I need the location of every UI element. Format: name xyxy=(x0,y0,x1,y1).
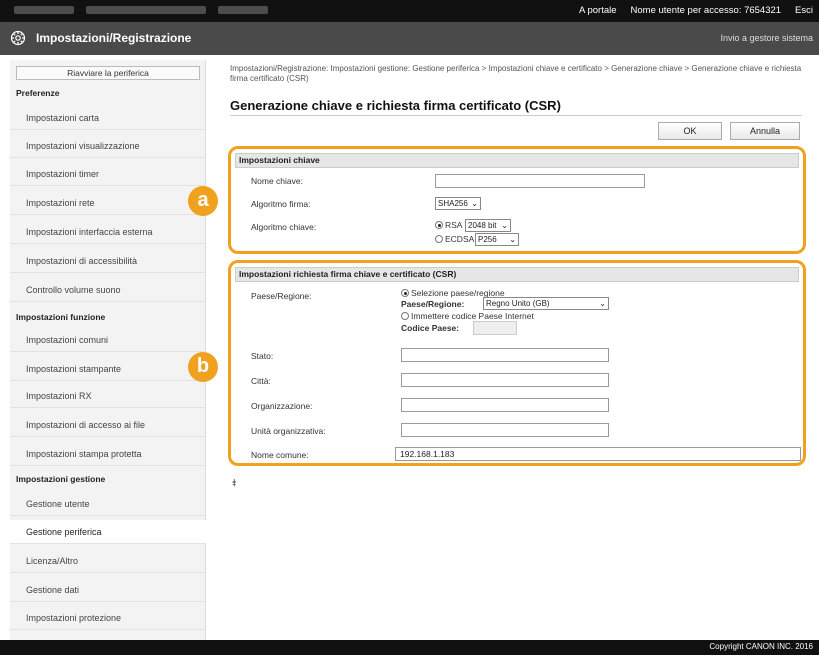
settings-icon xyxy=(10,30,26,46)
key-algorithm-label: Algoritmo chiave: xyxy=(251,222,317,232)
org-unit-label: Unità organizzativa: xyxy=(251,426,326,436)
sidebar-item-user-management[interactable]: Gestione utente xyxy=(10,492,206,516)
country-value: Regno Unito (GB) xyxy=(486,299,550,308)
divider xyxy=(230,115,802,116)
sidebar-item-security[interactable]: Impostazioni protezione xyxy=(10,606,206,630)
ecdsa-curve-value: P256 xyxy=(478,235,497,244)
org-unit-input[interactable] xyxy=(401,423,609,437)
user-label: Nome utente per accesso: xyxy=(630,5,742,16)
chevron-down-icon: ⌄ xyxy=(509,235,516,244)
user-value: 7654321 xyxy=(744,5,782,16)
sidebar-item-external-interface[interactable]: Impostazioni interfaccia esterna xyxy=(10,220,206,244)
main-content: Impostazioni/Registrazione: Impostazioni… xyxy=(218,60,814,640)
key-settings-heading: Impostazioni chiave xyxy=(235,153,799,168)
top-bar: A portale Nome utente per accesso: 76543… xyxy=(0,0,819,22)
enter-country-code-radio[interactable] xyxy=(401,312,409,320)
portal-link[interactable]: A portale xyxy=(579,5,617,16)
sidebar-item-data-management[interactable]: Gestione dati xyxy=(10,578,206,602)
sidebar-item-accessibility[interactable]: Impostazioni di accessibilità xyxy=(10,249,206,273)
country-sub-label: Paese/Regione: xyxy=(401,299,465,309)
sidebar-item-device-management[interactable]: Gestione periferica xyxy=(10,520,206,544)
common-name-label: Nome comune: xyxy=(251,450,309,460)
rsa-label: RSA xyxy=(445,220,463,230)
city-input[interactable] xyxy=(401,373,609,387)
signature-algorithm-label: Algoritmo firma: xyxy=(251,199,311,209)
section-preferences: Preferenze xyxy=(16,88,60,98)
sidebar-item-timer[interactable]: Impostazioni timer xyxy=(10,162,206,186)
app-title: Impostazioni/Registrazione xyxy=(36,31,192,45)
restart-device-button[interactable]: Riavviare la periferica xyxy=(16,66,200,80)
chevron-down-icon: ⌄ xyxy=(501,221,508,230)
section-function: Impostazioni funzione xyxy=(16,312,106,322)
redacted-text xyxy=(14,6,74,14)
sidebar-item-rx[interactable]: Impostazioni RX xyxy=(10,384,206,408)
section-management: Impostazioni gestione xyxy=(16,474,106,484)
sidebar-item-network[interactable]: Impostazioni rete xyxy=(10,191,206,215)
country-select[interactable]: Regno Unito (GB) ⌄ xyxy=(483,297,609,310)
csr-settings-heading: Impostazioni richiesta firma chiave e ce… xyxy=(235,267,799,282)
chevron-down-icon: ⌄ xyxy=(599,299,606,308)
state-input[interactable] xyxy=(401,348,609,362)
redacted-text xyxy=(86,6,206,14)
goto-admin-link[interactable]: Invio a gestore sistema xyxy=(720,33,813,43)
sidebar-item-common[interactable]: Impostazioni comuni xyxy=(10,328,206,352)
select-country-radio[interactable] xyxy=(401,289,409,297)
key-name-label: Nome chiave: xyxy=(251,176,303,186)
country-code-label: Codice Paese: xyxy=(401,323,460,333)
signature-algorithm-select[interactable]: SHA256 ⌄ xyxy=(435,197,481,210)
callout-badge-a: a xyxy=(188,186,218,216)
ecdsa-curve-select[interactable]: P256 ⌄ xyxy=(475,233,519,246)
enter-country-code-label: Immettere codice Paese Internet xyxy=(411,311,534,321)
country-label: Paese/Regione: xyxy=(251,291,312,301)
breadcrumb: Impostazioni/Registrazione: Impostazioni… xyxy=(230,64,802,83)
sidebar-item-printer[interactable]: Impostazioni stampante xyxy=(10,357,206,381)
rsa-radio[interactable] xyxy=(435,221,443,229)
sidebar-item-secure-print[interactable]: Impostazioni stampa protetta xyxy=(10,442,206,466)
chevron-down-icon: ⌄ xyxy=(471,199,478,208)
sidebar-item-paper[interactable]: Impostazioni carta xyxy=(10,106,206,130)
cancel-button[interactable]: Annulla xyxy=(730,122,800,140)
callout-badge-b: b xyxy=(188,352,218,382)
logout-link[interactable]: Esci xyxy=(795,5,813,16)
signature-algorithm-value: SHA256 xyxy=(438,199,468,208)
common-name-input[interactable]: 192.168.1.183 xyxy=(395,447,801,461)
back-to-top-icon[interactable]: ⯒ xyxy=(232,476,236,493)
footer: Copyright CANON INC. 2016 xyxy=(0,640,819,655)
user-info: Nome utente per accesso: 7654321 xyxy=(631,5,782,16)
rsa-bits-value: 2048 bit xyxy=(468,221,497,230)
sidebar-item-volume[interactable]: Controllo volume suono xyxy=(10,278,206,302)
ecdsa-label: ECDSA xyxy=(445,234,475,244)
sidebar-item-file-access[interactable]: Impostazioni di accesso ai file xyxy=(10,413,206,437)
sidebar: Riavviare la periferica Preferenze Impos… xyxy=(10,60,206,640)
state-label: Stato: xyxy=(251,351,274,361)
csr-settings-panel: Impostazioni richiesta firma chiave e ce… xyxy=(228,260,806,466)
rsa-bits-select[interactable]: 2048 bit ⌄ xyxy=(465,219,511,232)
country-code-input[interactable] xyxy=(473,321,517,335)
page-title: Generazione chiave e richiesta firma cer… xyxy=(230,98,561,113)
key-name-input[interactable] xyxy=(435,174,645,188)
copyright-text: Copyright CANON INC. 2016 xyxy=(709,642,813,651)
city-label: Città: xyxy=(251,376,271,386)
ecdsa-radio[interactable] xyxy=(435,235,443,243)
redacted-text xyxy=(218,6,268,14)
title-bar: Impostazioni/Registrazione Invio a gesto… xyxy=(0,22,819,55)
sidebar-item-license[interactable]: Licenza/Altro xyxy=(10,549,206,573)
ok-button[interactable]: OK xyxy=(658,122,722,140)
key-settings-panel: Impostazioni chiave Nome chiave: Algorit… xyxy=(228,146,806,254)
sidebar-item-display[interactable]: Impostazioni visualizzazione xyxy=(10,134,206,158)
organization-input[interactable] xyxy=(401,398,609,412)
organization-label: Organizzazione: xyxy=(251,401,313,411)
